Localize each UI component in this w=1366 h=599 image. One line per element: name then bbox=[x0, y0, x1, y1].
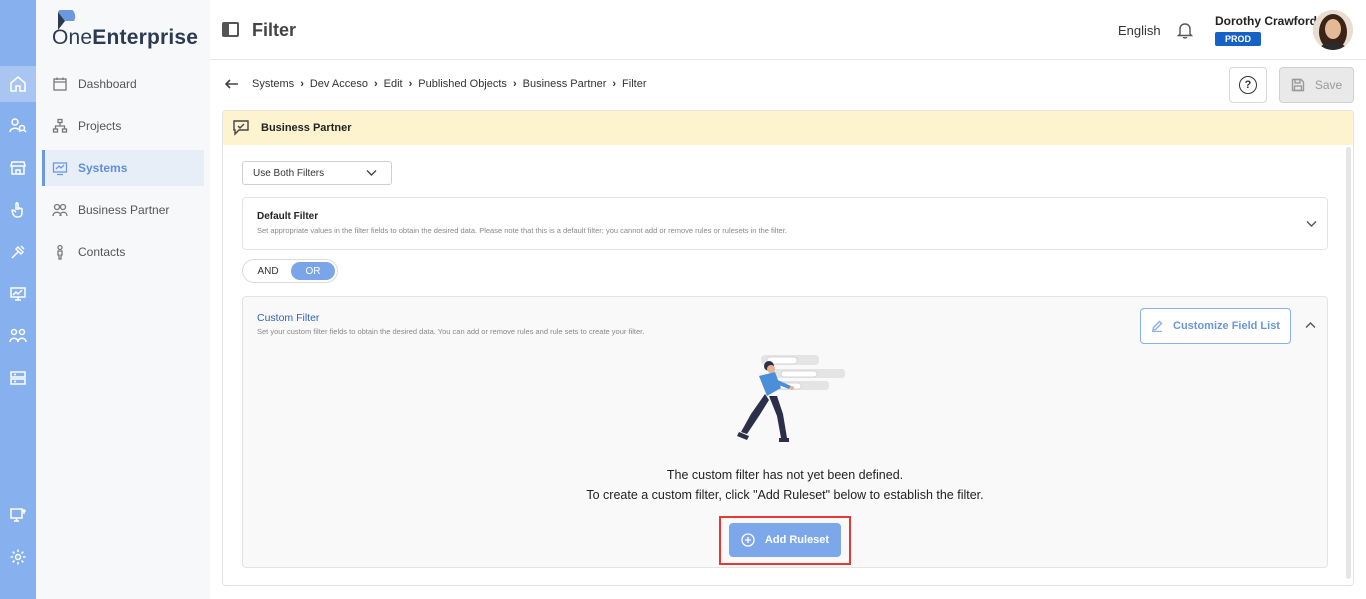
team-icon[interactable] bbox=[0, 318, 36, 354]
sidebar-item-label: Systems bbox=[78, 161, 128, 175]
add-ruleset-button[interactable]: Add Ruleset bbox=[729, 523, 841, 557]
filter-mode-value: Use Both Filters bbox=[253, 168, 325, 179]
sidebar-item-systems[interactable]: Systems bbox=[42, 150, 204, 186]
sidebar-item-business-partner[interactable]: Business Partner bbox=[42, 192, 204, 228]
hierarchy-icon bbox=[52, 118, 68, 133]
plus-circle-icon bbox=[741, 533, 755, 547]
empty-state-instruction: To create a custom filter, click "Add Ru… bbox=[586, 488, 984, 502]
icon-rail bbox=[0, 0, 36, 599]
default-filter-title: Default Filter bbox=[257, 211, 319, 222]
pencil-icon bbox=[1152, 320, 1163, 332]
or-option[interactable]: OR bbox=[291, 262, 335, 280]
empty-state-illustration bbox=[737, 355, 845, 442]
empty-state-message: The custom filter has not yet been defin… bbox=[666, 468, 904, 482]
sidebar-item-label: Projects bbox=[78, 119, 122, 133]
bell-icon[interactable] bbox=[1175, 20, 1195, 40]
sidebar-toggle-icon[interactable] bbox=[222, 22, 239, 37]
page-title: Filter bbox=[252, 20, 297, 40]
default-filter-description: Set appropriate values in the filter fie… bbox=[257, 226, 787, 235]
breadcrumb-item[interactable]: Published Objects bbox=[418, 78, 507, 90]
sidebar-item-label: Contacts bbox=[78, 245, 126, 259]
home-icon[interactable] bbox=[0, 66, 36, 102]
breadcrumb-item[interactable]: Systems bbox=[252, 78, 294, 90]
save-button[interactable]: Save bbox=[1279, 67, 1354, 103]
top-header: Filter English Dorothy Crawford PROD bbox=[210, 0, 1366, 60]
and-or-toggle: AND OR bbox=[242, 259, 338, 283]
sidebar-item-dashboard[interactable]: Dashboard bbox=[42, 66, 204, 102]
sidebar-item-contacts[interactable]: Contacts bbox=[42, 234, 204, 270]
and-option[interactable]: AND bbox=[245, 266, 291, 277]
user-name[interactable]: Dorothy Crawford bbox=[1215, 14, 1317, 28]
touch-icon[interactable] bbox=[0, 192, 36, 228]
sidebar-item-projects[interactable]: Projects bbox=[42, 108, 204, 144]
store-icon[interactable] bbox=[0, 150, 36, 186]
remote-desktop-icon[interactable] bbox=[0, 497, 36, 533]
card-header: Business Partner bbox=[223, 111, 1353, 145]
help-button[interactable]: ? bbox=[1229, 67, 1267, 103]
custom-filter-panel: Custom Filter Set your custom filter fie… bbox=[242, 296, 1328, 568]
language-selector[interactable]: English bbox=[1118, 23, 1161, 38]
save-icon bbox=[1291, 78, 1305, 92]
brand-logo: OneEnterprise bbox=[52, 10, 198, 50]
card-title: Business Partner bbox=[261, 122, 352, 134]
brand-name-part2: Enterprise bbox=[92, 26, 199, 49]
breadcrumb-item-current: Filter bbox=[622, 78, 647, 90]
breadcrumb-item[interactable]: Dev Acceso bbox=[310, 78, 368, 90]
sidebar: OneEnterprise Dashboard Projects Systems… bbox=[36, 0, 210, 599]
custom-filter-description: Set your custom filter fields to obtain … bbox=[257, 327, 645, 336]
calendar-icon bbox=[53, 77, 67, 91]
sidebar-item-label: Dashboard bbox=[78, 77, 137, 91]
business-partner-card: Business Partner Use Both Filters Defaul… bbox=[222, 110, 1354, 586]
add-ruleset-label: Add Ruleset bbox=[764, 534, 830, 546]
help-icon: ? bbox=[1239, 76, 1257, 94]
systems-icon bbox=[52, 162, 68, 176]
settings-icon[interactable] bbox=[0, 539, 36, 575]
default-filter-panel[interactable]: Default Filter Set appropriate values in… bbox=[242, 197, 1328, 250]
save-button-label: Save bbox=[1314, 78, 1343, 92]
person-icon bbox=[57, 244, 63, 260]
filter-mode-select[interactable]: Use Both Filters bbox=[242, 161, 392, 185]
partner-icon bbox=[52, 203, 68, 217]
people-search-icon[interactable] bbox=[0, 108, 36, 144]
scrollbar[interactable] bbox=[1346, 147, 1351, 579]
avatar[interactable] bbox=[1313, 10, 1353, 50]
back-arrow-icon[interactable] bbox=[224, 76, 240, 92]
chevron-up-icon[interactable] bbox=[1305, 321, 1316, 329]
chat-filter-icon bbox=[233, 120, 249, 136]
chevron-down-icon[interactable] bbox=[1306, 220, 1317, 228]
breadcrumb-item[interactable]: Edit bbox=[384, 78, 403, 90]
monitor-chart-icon[interactable] bbox=[0, 276, 36, 312]
breadcrumb: Systems › Dev Acceso › Edit › Published Obj… bbox=[252, 78, 647, 90]
avatar-image bbox=[1313, 10, 1353, 50]
tools-icon[interactable] bbox=[0, 234, 36, 270]
server-icon[interactable] bbox=[0, 360, 36, 396]
customize-field-list-label: Customize Field List bbox=[1173, 320, 1280, 332]
custom-filter-title: Custom Filter bbox=[257, 312, 320, 324]
customize-field-list-button[interactable]: Customize Field List bbox=[1140, 308, 1291, 344]
brand-mark-icon bbox=[58, 10, 76, 30]
chevron-down-icon bbox=[366, 170, 377, 176]
breadcrumb-item[interactable]: Business Partner bbox=[523, 78, 607, 90]
sidebar-item-label: Business Partner bbox=[78, 203, 170, 217]
environment-badge: PROD bbox=[1215, 32, 1262, 46]
